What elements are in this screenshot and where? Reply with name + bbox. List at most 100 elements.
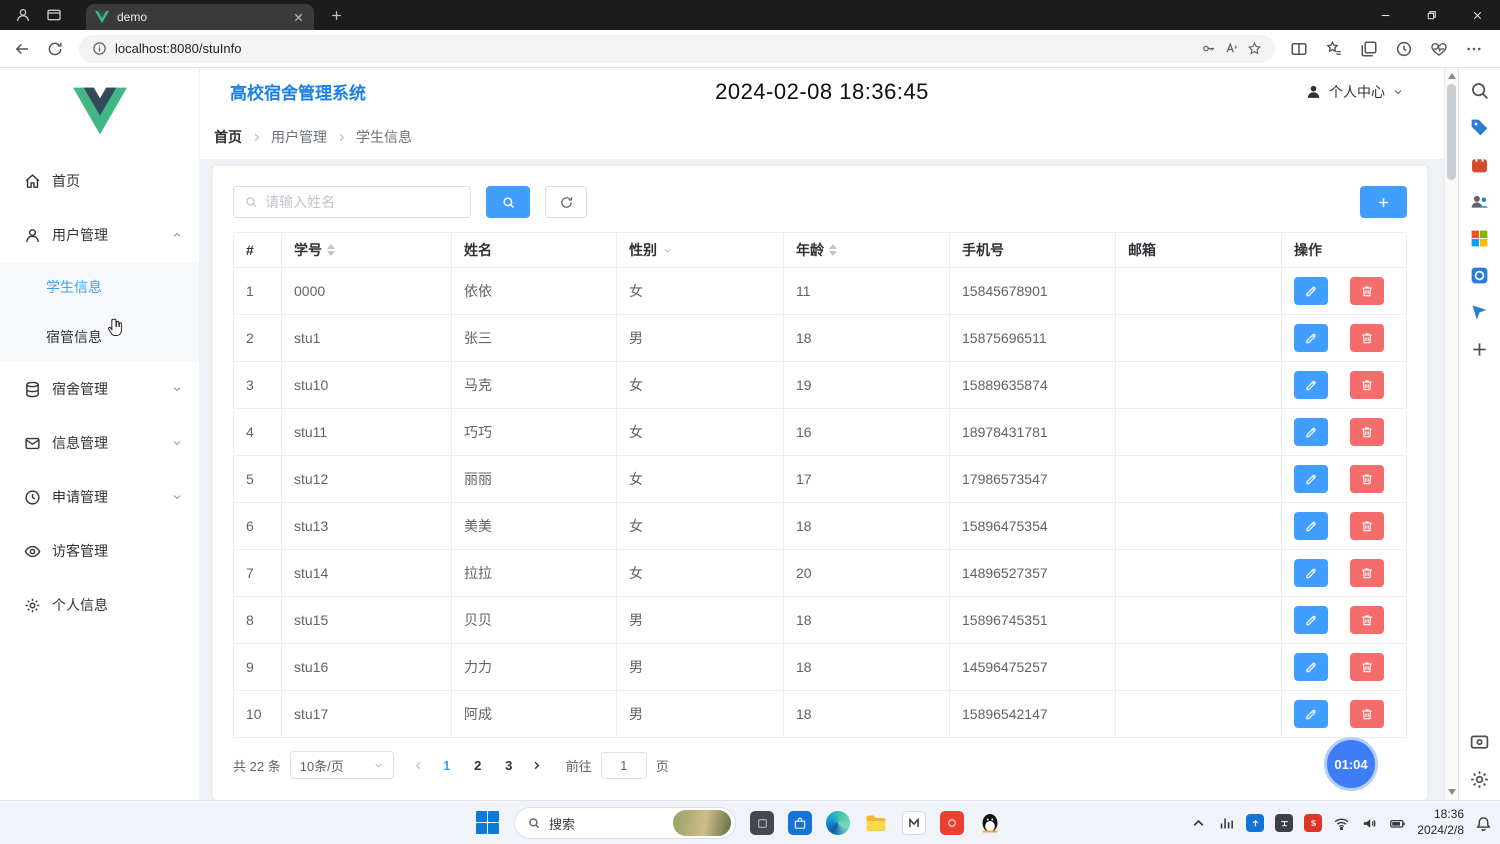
col-student-id[interactable]: 学号 — [282, 233, 452, 268]
sidebar-item-visitor-mgmt[interactable]: 访客管理 — [0, 524, 199, 578]
user-center-menu[interactable]: 个人中心 — [1305, 82, 1404, 102]
delete-button[interactable] — [1350, 371, 1384, 399]
drop-icon[interactable] — [1469, 302, 1490, 323]
edit-button[interactable] — [1294, 277, 1328, 305]
favorite-star-icon[interactable] — [1247, 41, 1262, 56]
page-number[interactable]: 2 — [464, 752, 492, 778]
sogou-icon[interactable] — [1304, 814, 1322, 832]
m365-icon[interactable] — [1469, 228, 1490, 249]
volume-icon[interactable] — [1361, 815, 1378, 832]
cast-icon[interactable] — [1469, 732, 1490, 753]
sort-icon[interactable] — [327, 244, 335, 256]
scroll-up-icon[interactable] — [1445, 69, 1458, 83]
sidebar-item-user-mgmt[interactable]: 用户管理 — [0, 208, 199, 262]
sidebar-item-dorm-mgmt[interactable]: 宿舍管理 — [0, 362, 199, 416]
battery-icon[interactable] — [1389, 815, 1406, 832]
browser-essentials-icon[interactable] — [1430, 40, 1448, 58]
file-explorer-icon[interactable] — [864, 811, 888, 835]
page-number[interactable]: 1 — [433, 752, 461, 778]
col-gender[interactable]: 性别 — [617, 233, 784, 268]
edit-button[interactable] — [1294, 700, 1328, 728]
blue-tray-icon[interactable] — [1246, 814, 1264, 832]
delete-button[interactable] — [1350, 559, 1384, 587]
sidebar-settings-icon[interactable] — [1469, 769, 1490, 790]
filter-chevron-icon[interactable] — [662, 245, 673, 256]
sidebar-item-personal-info[interactable]: 个人信息 — [0, 578, 199, 632]
delete-button[interactable] — [1350, 653, 1384, 681]
history-icon[interactable] — [1395, 40, 1413, 58]
search-highlight-image[interactable] — [673, 810, 731, 836]
page-scrollbar[interactable] — [1444, 68, 1458, 800]
designer-icon[interactable] — [1469, 265, 1490, 286]
sidebar-add-icon[interactable] — [1469, 339, 1490, 360]
chart-icon[interactable] — [1218, 815, 1235, 832]
restore-button[interactable] — [1408, 0, 1454, 30]
recorder-timer-bubble[interactable]: 01:04 — [1324, 737, 1378, 791]
taskbar-clock[interactable]: 18:36 2024/2/8 — [1417, 807, 1464, 838]
sidebar-item-apply-mgmt[interactable]: 申请管理 — [0, 470, 199, 524]
shopping-bag-icon[interactable] — [1469, 154, 1490, 175]
start-button[interactable] — [476, 811, 500, 835]
read-aloud-icon[interactable] — [1224, 41, 1239, 56]
reset-button[interactable] — [545, 186, 587, 218]
address-bar[interactable]: localhost:8080/stuInfo — [79, 35, 1275, 63]
prev-page-icon[interactable] — [408, 752, 430, 778]
close-window-button[interactable] — [1454, 0, 1500, 30]
ime-icon[interactable] — [1275, 814, 1293, 832]
edit-button[interactable] — [1294, 418, 1328, 446]
split-screen-icon[interactable] — [1290, 40, 1308, 58]
shopping-tag-icon[interactable] — [1469, 117, 1490, 138]
edit-button[interactable] — [1294, 559, 1328, 587]
next-page-icon[interactable] — [526, 752, 548, 778]
scroll-down-icon[interactable] — [1445, 785, 1458, 799]
scrollbar-thumb[interactable] — [1447, 84, 1456, 180]
new-tab-button[interactable] — [329, 8, 344, 23]
notification-bell-icon[interactable] — [1475, 815, 1492, 832]
qq-icon[interactable] — [978, 811, 1002, 835]
col-age[interactable]: 年龄 — [784, 233, 950, 268]
sidebar-item-home[interactable]: 首页 — [0, 154, 199, 208]
edge-icon[interactable] — [826, 811, 850, 835]
people-icon[interactable] — [1469, 191, 1490, 212]
hidden-icons-chevron[interactable] — [1190, 815, 1207, 832]
edit-button[interactable] — [1294, 512, 1328, 540]
search-input[interactable] — [265, 194, 460, 210]
delete-button[interactable] — [1350, 465, 1384, 493]
app-dark-icon[interactable] — [750, 811, 774, 835]
collections-icon[interactable] — [1360, 40, 1378, 58]
sidebar-search-icon[interactable] — [1469, 80, 1490, 101]
back-icon[interactable] — [13, 40, 31, 58]
delete-button[interactable] — [1350, 277, 1384, 305]
delete-button[interactable] — [1350, 512, 1384, 540]
delete-button[interactable] — [1350, 606, 1384, 634]
sidebar-item-student-info[interactable]: 学生信息 — [0, 262, 199, 312]
browser-profile-icon[interactable] — [15, 7, 31, 23]
password-key-icon[interactable] — [1201, 41, 1216, 56]
add-student-button[interactable] — [1360, 186, 1407, 218]
tab-actions-icon[interactable] — [46, 7, 62, 23]
goto-page-input[interactable] — [601, 752, 647, 779]
edit-button[interactable] — [1294, 606, 1328, 634]
minimize-button[interactable] — [1362, 0, 1408, 30]
store-icon[interactable] — [788, 811, 812, 835]
site-info-icon[interactable] — [92, 41, 107, 56]
edit-button[interactable] — [1294, 371, 1328, 399]
favorites-icon[interactable] — [1325, 40, 1343, 58]
refresh-icon[interactable] — [46, 40, 64, 58]
wifi-icon[interactable] — [1333, 815, 1350, 832]
tab-close-icon[interactable] — [292, 11, 305, 24]
edit-button[interactable] — [1294, 653, 1328, 681]
sort-icon[interactable] — [829, 244, 837, 256]
breadcrumb-home[interactable]: 首页 — [214, 127, 242, 147]
page-number[interactable]: 3 — [495, 752, 523, 778]
taskbar-search[interactable]: 搜索 — [514, 807, 736, 839]
breadcrumb-user-mgmt[interactable]: 用户管理 — [271, 127, 327, 147]
m-app-icon[interactable] — [902, 811, 926, 835]
edit-button[interactable] — [1294, 465, 1328, 493]
browser-tab[interactable]: demo — [86, 4, 314, 30]
edit-button[interactable] — [1294, 324, 1328, 352]
red-app-icon[interactable] — [940, 811, 964, 835]
search-button[interactable] — [486, 186, 530, 218]
delete-button[interactable] — [1350, 324, 1384, 352]
sidebar-item-info-mgmt[interactable]: 信息管理 — [0, 416, 199, 470]
